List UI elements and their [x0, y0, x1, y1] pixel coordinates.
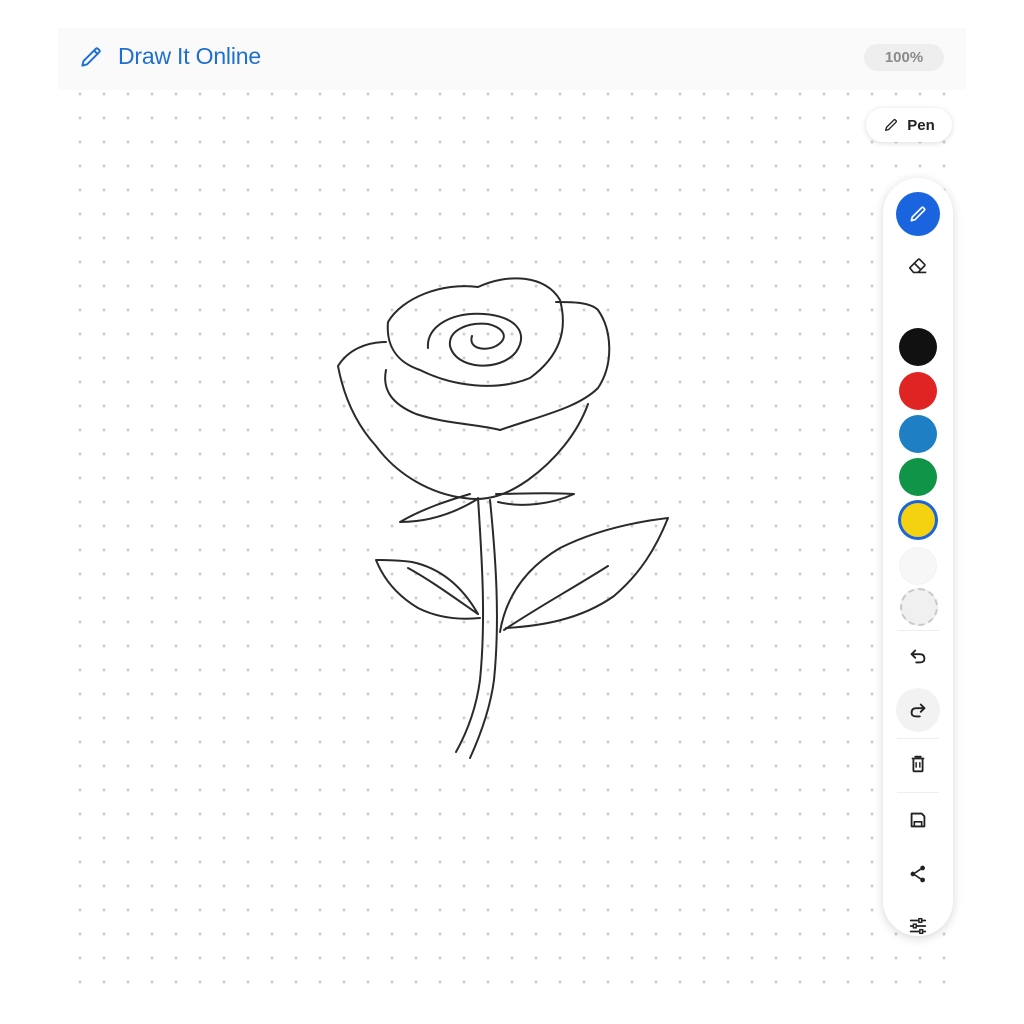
rose-spiral: [426, 312, 523, 367]
redo-button[interactable]: [896, 688, 940, 732]
app-title: Draw It Online: [118, 43, 261, 69]
pencil-icon: [885, 118, 898, 131]
current-tool-label: Pen: [907, 116, 935, 134]
save-icon: [910, 812, 926, 828]
clear-canvas-button[interactable]: [896, 742, 940, 786]
rose-leaf-left: [375, 559, 481, 620]
rose-stem-left: [455, 497, 485, 753]
eraser-tool-button[interactable]: [896, 244, 940, 288]
rose-top-petal: [386, 277, 564, 387]
color-red-swatch[interactable]: [899, 372, 937, 410]
share-icon: [910, 865, 925, 883]
color-blue-swatch[interactable]: [899, 415, 937, 453]
rose-right-petal: [499, 301, 611, 431]
undo-button[interactable]: [896, 634, 940, 678]
rose-outer-petal: [337, 341, 589, 500]
toolbar-divider: [897, 738, 939, 739]
toolbar-divider: [897, 630, 939, 631]
current-tool-chip[interactable]: Pen: [866, 108, 952, 142]
color-black-swatch[interactable]: [899, 328, 937, 366]
color-green-swatch[interactable]: [899, 458, 937, 496]
tool-palette: [883, 178, 953, 936]
rose-sepal-right: [495, 492, 575, 506]
share-button[interactable]: [896, 852, 940, 896]
pen-tool-button[interactable]: [896, 192, 940, 236]
brush-size-large[interactable]: [900, 588, 938, 626]
pencil-icon: [910, 206, 926, 222]
eraser-icon: [908, 258, 927, 274]
sliders-icon: [909, 917, 927, 935]
app-header: Draw It Online 100%: [58, 28, 966, 91]
color-yellow-swatch[interactable]: [901, 503, 935, 537]
brush-size-small[interactable]: [899, 547, 937, 585]
pencil-icon: [81, 47, 101, 67]
rose-leaf-right: [499, 517, 669, 633]
zoom-level[interactable]: 100%: [864, 44, 944, 71]
settings-button[interactable]: [896, 904, 940, 948]
save-button[interactable]: [896, 798, 940, 842]
trash-icon: [911, 755, 925, 773]
undo-icon: [910, 649, 926, 664]
redo-icon: [910, 703, 926, 718]
toolbar-divider: [897, 792, 939, 793]
app-window: Draw It Online 100% Pen: [58, 28, 966, 1000]
rose-drawing: [337, 277, 669, 759]
drawing-canvas[interactable]: [58, 90, 966, 1000]
